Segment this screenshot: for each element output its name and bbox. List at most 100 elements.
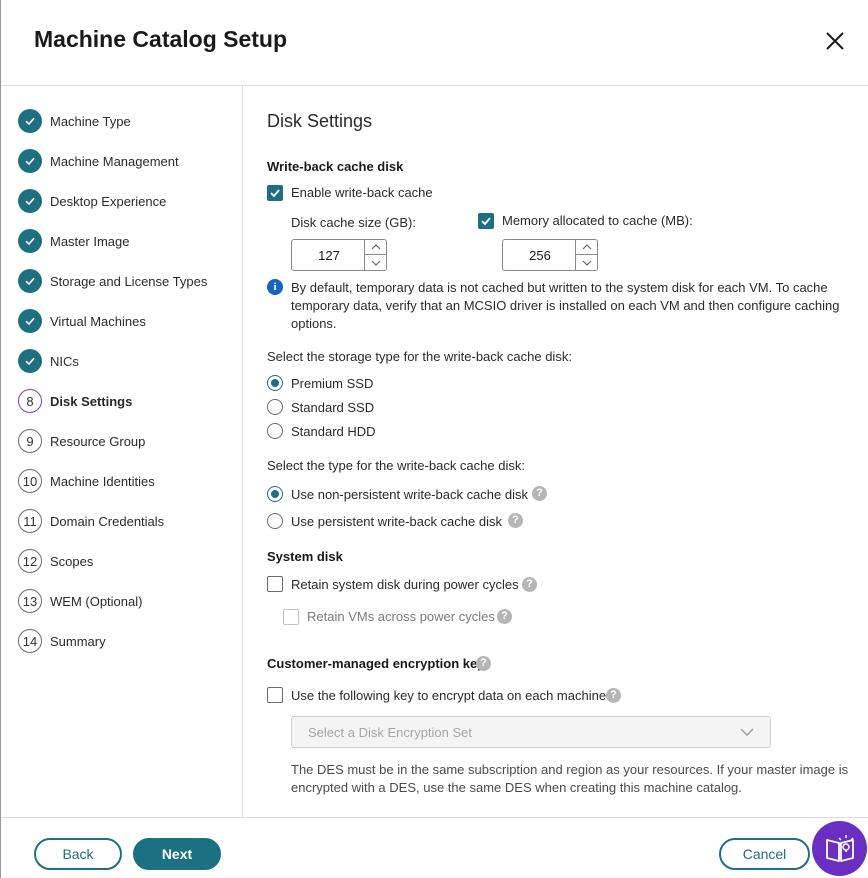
check-icon	[270, 189, 280, 198]
step-label: Storage and License Types	[50, 273, 208, 289]
step-storage-license-types[interactable]: Storage and License Types	[18, 268, 207, 294]
decrement-button[interactable]	[365, 255, 386, 270]
disk-cache-size-input[interactable]	[292, 240, 366, 270]
page-title: Disk Settings	[267, 111, 373, 131]
chevron-down-icon	[371, 260, 380, 266]
step-label: Disk Settings	[50, 393, 133, 409]
check-icon	[18, 349, 42, 373]
step-label: Machine Identities	[50, 473, 155, 489]
increment-button[interactable]	[576, 240, 597, 255]
disk-cache-size-stepper[interactable]	[291, 239, 387, 271]
standard-ssd-radio[interactable]	[267, 399, 283, 415]
step-number: 14	[18, 629, 42, 653]
standard-ssd-label: Standard SSD	[291, 400, 375, 415]
wizard-steps-sidebar: Machine Type Machine Management Desktop …	[1, 86, 243, 817]
step-scopes[interactable]: 12 Scopes	[18, 548, 93, 574]
check-icon	[18, 149, 42, 173]
step-label: WEM (Optional)	[50, 593, 143, 609]
standard-hdd-radio[interactable]	[267, 423, 283, 439]
step-machine-type[interactable]: Machine Type	[18, 108, 131, 134]
encryption-section-label: Customer-managed encryption key	[267, 656, 485, 671]
step-resource-group[interactable]: 9 Resource Group	[18, 428, 145, 454]
stepper-buttons	[364, 240, 386, 270]
step-machine-management[interactable]: Machine Management	[18, 148, 179, 174]
memory-cache-stepper[interactable]	[502, 239, 598, 271]
check-icon	[18, 109, 42, 133]
cancel-button[interactable]: Cancel	[719, 838, 810, 870]
non-persistent-cache-radio[interactable]	[267, 486, 283, 502]
chevron-up-icon	[582, 244, 591, 250]
standard-hdd-label: Standard HDD	[291, 424, 376, 439]
step-domain-credentials[interactable]: 11 Domain Credentials	[18, 508, 164, 534]
step-wem-optional[interactable]: 13 WEM (Optional)	[18, 588, 142, 614]
step-label: Desktop Experience	[50, 193, 167, 209]
wbc-info-text-line2: temporary data, verify that an MCSIO dri…	[291, 298, 840, 313]
chevron-down-icon	[582, 260, 591, 266]
step-summary[interactable]: 14 Summary	[18, 628, 106, 654]
disk-settings-panel: Disk Settings Write-back cache disk Enab…	[243, 86, 868, 817]
dialog-footer: Back Next Cancel	[1, 817, 868, 878]
help-icon[interactable]: ?	[497, 609, 512, 624]
enable-wbc-label: Enable write-back cache	[291, 185, 433, 200]
step-label: Summary	[50, 633, 106, 649]
memory-cache-input[interactable]	[503, 240, 577, 270]
step-desktop-experience[interactable]: Desktop Experience	[18, 188, 166, 214]
check-icon	[18, 309, 42, 333]
info-icon: i	[267, 279, 283, 295]
guide-book-icon[interactable]	[812, 821, 867, 876]
step-machine-identities[interactable]: 10 Machine Identities	[18, 468, 155, 494]
chevron-up-icon	[371, 244, 380, 250]
step-master-image[interactable]: Master Image	[18, 228, 129, 254]
help-icon[interactable]: ?	[532, 486, 547, 501]
help-icon[interactable]: ?	[508, 513, 523, 528]
dialog-title: Machine Catalog Setup	[34, 26, 288, 52]
decrement-button[interactable]	[576, 255, 597, 270]
check-icon	[481, 217, 491, 226]
check-icon	[18, 189, 42, 213]
back-button[interactable]: Back	[34, 838, 122, 870]
step-number: 12	[18, 549, 42, 573]
help-icon[interactable]: ?	[522, 577, 537, 592]
help-icon[interactable]: ?	[476, 656, 491, 671]
step-virtual-machines[interactable]: Virtual Machines	[18, 308, 146, 334]
memory-cache-label: Memory allocated to cache (MB):	[502, 213, 693, 228]
step-disk-settings[interactable]: 8 Disk Settings	[18, 388, 132, 414]
enable-wbc-checkbox[interactable]	[267, 185, 283, 201]
cache-type-prompt: Select the type for the write-back cache…	[267, 458, 525, 473]
retain-vms-checkbox[interactable]	[283, 609, 299, 625]
step-nics[interactable]: NICs	[18, 348, 79, 374]
next-button[interactable]: Next	[133, 838, 221, 870]
des-note-line1: The DES must be in the same subscription…	[291, 762, 849, 777]
help-icon[interactable]: ?	[606, 688, 621, 703]
use-encryption-key-checkbox[interactable]	[267, 687, 283, 703]
retain-vms-label: Retain VMs across power cycles	[307, 609, 495, 624]
disk-cache-size-label: Disk cache size (GB):	[291, 215, 416, 230]
step-number: 10	[18, 469, 42, 493]
use-encryption-key-label: Use the following key to encrypt data on…	[291, 688, 607, 703]
persistent-cache-radio[interactable]	[267, 513, 283, 529]
system-disk-section-label: System disk	[267, 549, 343, 564]
disk-encryption-set-select[interactable]: Select a Disk Encryption Set	[291, 716, 771, 748]
wbc-info-text-line3: options.	[291, 316, 337, 331]
close-icon[interactable]	[823, 29, 847, 53]
step-number: 8	[18, 389, 42, 413]
memory-cache-checkbox[interactable]	[478, 213, 494, 229]
step-label: Machine Type	[50, 113, 131, 129]
check-icon	[18, 269, 42, 293]
step-label: Scopes	[50, 553, 94, 569]
retain-system-disk-checkbox[interactable]	[267, 576, 283, 592]
premium-ssd-label: Premium SSD	[291, 376, 374, 391]
select-placeholder: Select a Disk Encryption Set	[308, 725, 473, 740]
step-number: 9	[18, 429, 42, 453]
machine-catalog-dialog: Machine Catalog Setup Machine Type Machi…	[0, 0, 868, 878]
increment-button[interactable]	[365, 240, 386, 255]
step-label: Virtual Machines	[50, 313, 146, 329]
premium-ssd-radio[interactable]	[267, 375, 283, 391]
step-label: Resource Group	[50, 433, 146, 449]
non-persistent-cache-label: Use non-persistent write-back cache disk	[291, 487, 528, 502]
dialog-header: Machine Catalog Setup	[1, 0, 868, 86]
retain-system-disk-label: Retain system disk during power cycles	[291, 577, 519, 592]
chevron-down-icon	[740, 728, 754, 736]
step-number: 13	[18, 589, 42, 613]
des-note-line2: encrypted with a DES, use the same DES w…	[291, 780, 742, 795]
